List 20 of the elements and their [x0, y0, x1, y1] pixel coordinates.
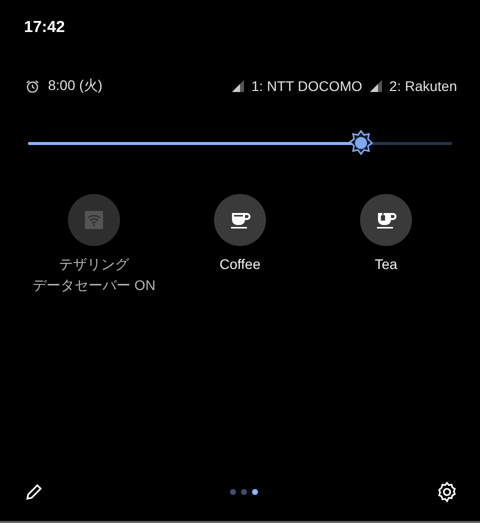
- settings-icon: [436, 481, 458, 503]
- status-time: 17:42: [24, 19, 65, 36]
- carrier-name: 2: Rakuten: [389, 78, 457, 94]
- alarm-time[interactable]: 8:00 (火): [48, 77, 102, 95]
- alarm-clock-icon: [25, 78, 40, 94]
- pencil-icon: [24, 482, 44, 502]
- tile-label: テザリング: [59, 255, 129, 274]
- page-dot[interactable]: [230, 489, 236, 495]
- wifi-icon: [82, 208, 106, 232]
- signal-icon: [231, 79, 246, 93]
- signal-icon: [369, 79, 384, 93]
- tile-sublabel: データセーバー ON: [32, 276, 156, 295]
- tile-button[interactable]: [360, 194, 412, 246]
- carrier-name: 1: NTT DOCOMO: [251, 78, 362, 94]
- brightness-slider[interactable]: [28, 130, 452, 156]
- page-dot[interactable]: [252, 489, 258, 495]
- tile-button[interactable]: [214, 194, 266, 246]
- page-dot[interactable]: [241, 489, 247, 495]
- tile-label: Coffee: [220, 255, 260, 274]
- tile-label: Tea: [374, 255, 398, 274]
